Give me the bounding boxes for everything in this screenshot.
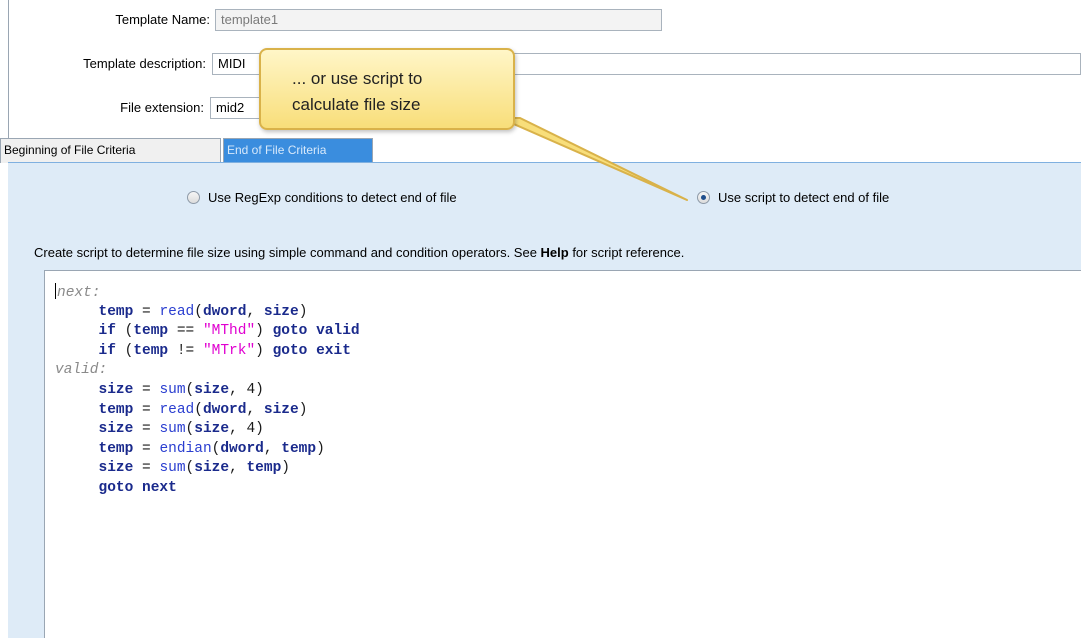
template-name-label: Template Name: — [115, 12, 210, 27]
hint-text-after: for script reference. — [568, 245, 685, 260]
template-name-field[interactable]: template1 — [215, 9, 662, 31]
script-hint: Create script to determine file size usi… — [34, 245, 684, 260]
script-line[interactable]: temp = read(dword, size) — [55, 401, 360, 421]
script-line[interactable]: size = sum(size, 4) — [55, 381, 360, 401]
script-line[interactable]: if (temp == "MThd") goto valid — [55, 322, 360, 342]
script-line[interactable]: if (temp != "MTrk") goto exit — [55, 342, 360, 362]
script-radio[interactable] — [697, 191, 710, 204]
regexp-radio[interactable] — [187, 191, 200, 204]
regexp-option-label: Use RegExp conditions to detect end of f… — [208, 190, 457, 205]
script-editor[interactable]: next: temp = read(dword, size) if (temp … — [44, 270, 1081, 638]
script-line[interactable]: size = sum(size, 4) — [55, 420, 360, 440]
file-extension-label: File extension: — [120, 100, 204, 115]
callout-text: ... or use script to calculate file size — [292, 66, 422, 118]
hint-text-before: Create script to determine file size usi… — [34, 245, 541, 260]
script-option[interactable]: Use script to detect end of file — [697, 190, 889, 205]
callout-line-1: ... or use script to — [292, 69, 423, 88]
tab-beginning-of-file-criteria[interactable]: Beginning of File Criteria — [0, 138, 221, 163]
script-code[interactable]: next: temp = read(dword, size) if (temp … — [55, 283, 360, 499]
template-description-label: Template description: — [83, 56, 206, 71]
callout-line-2: calculate file size — [292, 95, 421, 114]
script-option-label: Use script to detect end of file — [718, 190, 890, 205]
regexp-option[interactable]: Use RegExp conditions to detect end of f… — [187, 190, 457, 205]
help-link[interactable]: Help — [541, 245, 569, 260]
script-line[interactable]: next: — [55, 283, 360, 303]
script-line[interactable]: valid: — [55, 361, 360, 381]
script-line[interactable]: temp = endian(dword, temp) — [55, 440, 360, 460]
script-line[interactable]: size = sum(size, temp) — [55, 459, 360, 479]
script-line[interactable]: goto next — [55, 479, 360, 499]
tab-end-of-file-criteria[interactable]: End of File Criteria — [223, 138, 373, 163]
text-caret — [55, 283, 56, 299]
callout-box: ... or use script to calculate file size — [259, 48, 515, 130]
script-line[interactable]: temp = read(dword, size) — [55, 303, 360, 323]
